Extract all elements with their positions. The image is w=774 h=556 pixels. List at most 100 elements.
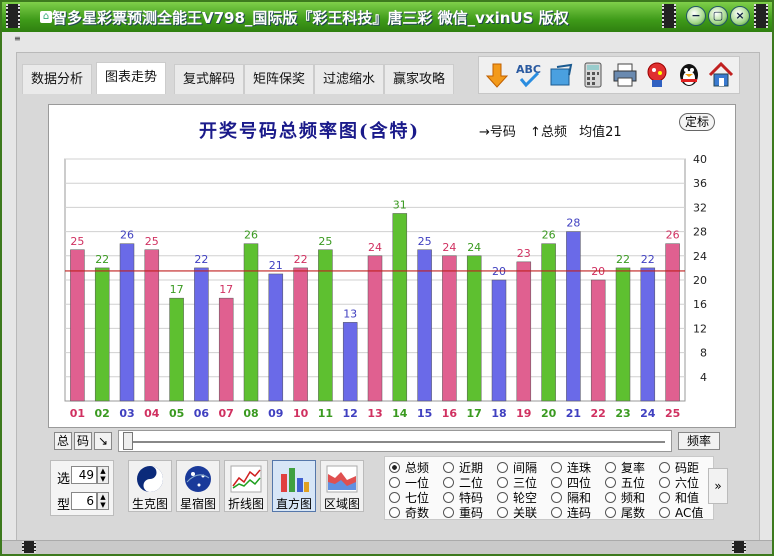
total-button[interactable]: 总 (54, 432, 72, 450)
qq-penguin-icon[interactable] (675, 61, 703, 89)
bar-chart-icon (277, 464, 311, 494)
radio-circle-icon[interactable] (443, 477, 454, 488)
printer-icon[interactable] (611, 61, 639, 89)
radio-circle-icon[interactable] (605, 507, 616, 518)
radio-circle-icon[interactable] (605, 477, 616, 488)
radio-circle-icon[interactable] (605, 492, 616, 503)
statistic-options: 总频 一位 七位 奇数 近期 二位 特码 重码 间隔 三位 轮空 关联 连珠 四位 隔和 连码 复率 五位 频和 尾数… (384, 456, 714, 520)
abc-check-icon[interactable]: ABC (515, 61, 543, 89)
export-icon[interactable] (547, 61, 575, 89)
tab-winner-strategy[interactable]: 赢家攻略 (384, 64, 455, 94)
radio-option-label: 四位 (567, 476, 592, 490)
x-tick-label: 05 (169, 407, 184, 420)
chart-type-area[interactable]: 区域图 (320, 460, 364, 512)
y-tick-label: 16 (693, 298, 707, 311)
line-chart-icon (229, 464, 263, 494)
radio-circle-icon[interactable] (443, 507, 454, 518)
title-bar[interactable]: ⌂ 智多星彩票预测全能王V798_国际版『彩王科技』唐三彩 微信_vxinUS … (2, 2, 772, 32)
tab-compound-decode[interactable]: 复式解码 (174, 64, 245, 94)
x-tick-label: 20 (541, 407, 557, 420)
radio-option-label: 复率 (621, 461, 646, 475)
bar (640, 267, 656, 402)
chart-type-histogram[interactable]: 直方图 (272, 460, 316, 512)
slider-thumb[interactable] (123, 432, 133, 450)
code-button[interactable]: 码 (74, 432, 92, 450)
radio-circle-icon[interactable] (659, 462, 670, 473)
radio-circle-icon[interactable] (551, 477, 562, 488)
arrow-down-icon[interactable] (483, 61, 511, 89)
radio-option-label: 总频 (405, 461, 430, 475)
bar (94, 267, 110, 402)
lottery-ball-icon[interactable] (643, 61, 671, 89)
radio-option[interactable]: 连码 (551, 504, 591, 521)
radio-option[interactable]: AC值 (659, 504, 703, 521)
bar (516, 261, 532, 402)
radio-option[interactable]: 重码 (443, 504, 483, 521)
radio-option-label: 近期 (459, 461, 484, 475)
more-options-button[interactable]: » (708, 468, 728, 504)
radio-option-label: 和值 (675, 491, 700, 505)
radio-circle-icon[interactable] (443, 462, 454, 473)
chart-type-shengke[interactable]: 生克图 (128, 460, 172, 512)
radio-circle-icon[interactable] (659, 477, 670, 488)
star-globe-icon (181, 464, 215, 494)
radio-option[interactable]: 尾数 (605, 504, 645, 521)
tab-chart-trend[interactable]: 图表走势 (96, 62, 167, 94)
radio-circle-icon[interactable] (497, 462, 508, 473)
bar-value-label: 26 (244, 229, 258, 242)
radio-circle-icon[interactable] (659, 492, 670, 503)
tab-filter-reduce[interactable]: 过滤缩水 (314, 64, 385, 94)
radio-circle-icon[interactable] (659, 507, 670, 518)
select-count-input[interactable]: 49 (71, 466, 97, 484)
tab-matrix-guarantee[interactable]: 矩阵保奖 (244, 64, 315, 94)
type-count-stepper[interactable]: ▲ ▼ (97, 492, 109, 510)
system-menu-icon[interactable]: ≡ (14, 34, 74, 44)
x-tick-label: 19 (516, 407, 531, 420)
window-title: 智多星彩票预测全能王V798_国际版『彩王科技』唐三彩 微信_vxinUS 版权 (52, 9, 569, 27)
x-tick-label: 25 (665, 407, 680, 420)
radio-circle-icon[interactable] (551, 492, 562, 503)
radio-circle-icon[interactable] (443, 492, 454, 503)
home-icon[interactable] (707, 61, 735, 89)
bar (144, 249, 160, 402)
range-slider[interactable] (118, 430, 672, 452)
select-count-stepper[interactable]: ▲ ▼ (97, 466, 109, 484)
maximize-button[interactable]: ▢ (708, 6, 728, 26)
calculator-icon[interactable] (579, 61, 607, 89)
bar-value-label: 25 (145, 235, 159, 248)
frequency-button[interactable]: 频率 (678, 432, 720, 450)
radio-circle-icon[interactable] (389, 507, 400, 518)
arrow-diagonal-button[interactable]: ↘ (94, 432, 112, 450)
radio-circle-icon[interactable] (389, 492, 400, 503)
radio-circle-icon[interactable] (551, 507, 562, 518)
radio-circle-icon[interactable] (551, 462, 562, 473)
y-tick-label: 36 (693, 177, 707, 190)
radio-option-label: 间隔 (513, 461, 538, 475)
radio-circle-icon[interactable] (389, 477, 400, 488)
chart-type-xingxiu[interactable]: 星宿图 (176, 460, 220, 512)
x-tick-label: 23 (615, 407, 630, 420)
chart-type-xingxiu-label: 星宿图 (179, 497, 216, 511)
radio-circle-icon[interactable] (497, 492, 508, 503)
type-count-input[interactable]: 6 (71, 492, 97, 510)
bar-value-label: 13 (343, 307, 357, 320)
radio-option-label: AC值 (675, 506, 704, 520)
radio-circle-icon[interactable] (497, 507, 508, 518)
film-strip-status-decoration (22, 541, 36, 553)
minimize-button[interactable]: − (686, 6, 706, 26)
film-strip-right-decoration (662, 4, 676, 28)
radio-option[interactable]: 奇数 (389, 504, 429, 521)
radio-option-label: 隔和 (567, 491, 592, 505)
chart-type-line[interactable]: 折线图 (224, 460, 268, 512)
bar (466, 255, 482, 402)
radio-option[interactable]: 关联 (497, 504, 537, 521)
radio-option-label: 五位 (621, 476, 646, 490)
radio-circle-icon[interactable] (605, 462, 616, 473)
radio-circle-icon[interactable] (497, 477, 508, 488)
tab-data-analysis[interactable]: 数据分析 (22, 64, 93, 94)
radio-circle-icon[interactable] (389, 462, 400, 473)
bar (392, 213, 408, 402)
spinner-group: 选 49 ▲ ▼ 型 6 ▲ ▼ (50, 460, 114, 516)
close-button[interactable]: × (730, 6, 750, 26)
film-strip-right2-decoration (754, 4, 768, 28)
